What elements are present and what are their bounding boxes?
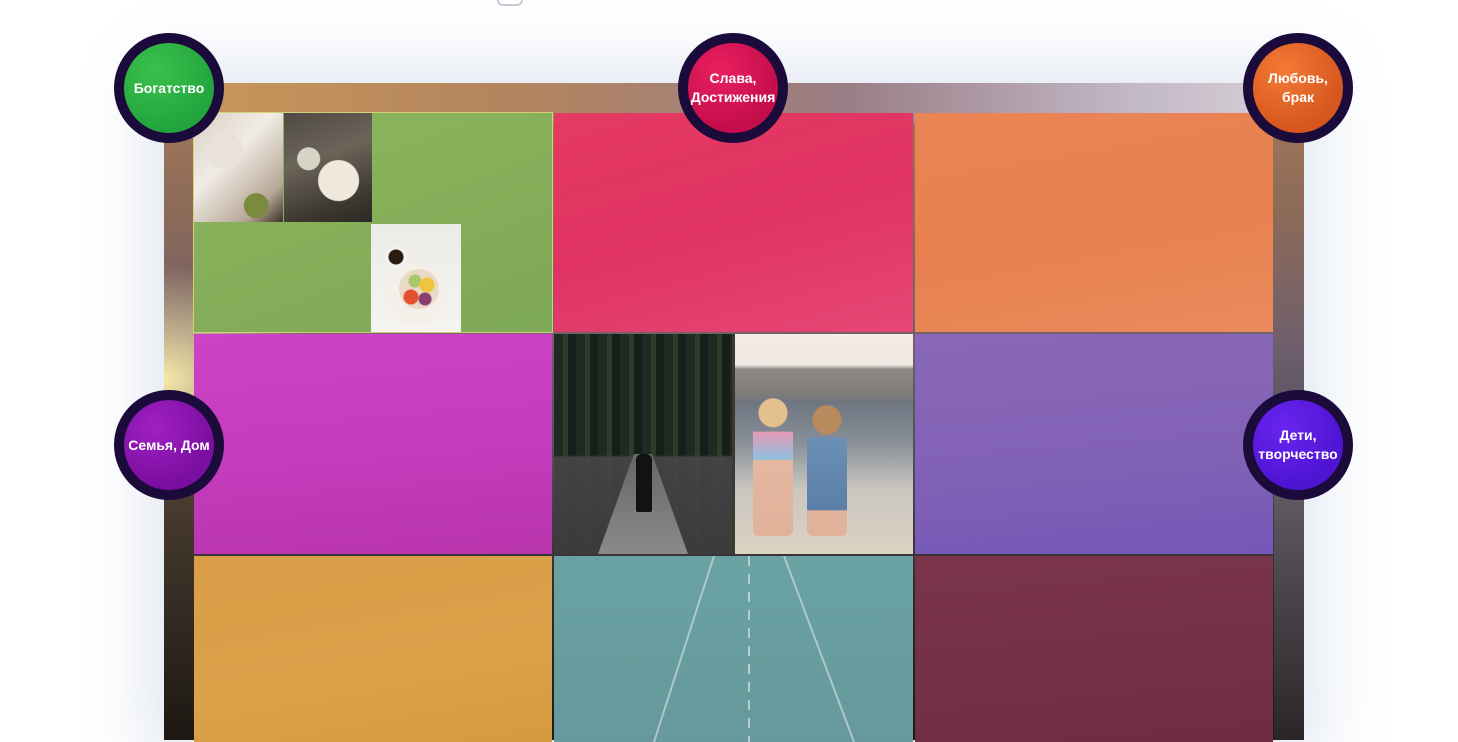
wish-board <box>164 83 1304 742</box>
sector-career[interactable] <box>554 556 913 742</box>
badge-fame-label: Слава, Достижения <box>690 70 776 105</box>
photo-kids-beach[interactable] <box>735 334 913 554</box>
road-lines-graphic <box>653 556 855 742</box>
badge-family[interactable]: Семья, Дом <box>114 390 224 500</box>
sector-family[interactable] <box>194 334 552 554</box>
badge-love-label: Любовь, брак <box>1268 70 1328 105</box>
photo-breakfast[interactable] <box>284 113 372 222</box>
board-background-road-right <box>1274 490 1304 740</box>
food-shape <box>399 269 439 309</box>
badge-children-label: Дети, творчество <box>1258 427 1338 462</box>
board-background-road-left <box>164 490 194 740</box>
sector-wealth[interactable] <box>193 112 553 333</box>
sector-knowledge[interactable] <box>194 556 552 742</box>
photo-forest-bridge[interactable] <box>554 334 732 554</box>
badge-family-label: Семья, Дом <box>128 436 210 453</box>
badge-fame[interactable]: Слава, Достижения <box>678 33 788 143</box>
photo-wine-table[interactable] <box>194 113 283 222</box>
sector-fame[interactable] <box>554 113 913 332</box>
badge-wealth[interactable]: Богатство <box>114 33 224 143</box>
cup-shape <box>385 246 407 268</box>
badge-children[interactable]: Дети, творчество <box>1243 390 1353 500</box>
bagua-grid <box>193 112 1274 742</box>
sector-health[interactable] <box>554 334 913 554</box>
walker-shape <box>636 454 652 512</box>
sector-children[interactable] <box>915 334 1273 554</box>
sector-love[interactable] <box>915 113 1273 332</box>
photo-salad-plate[interactable] <box>371 224 461 332</box>
badge-love[interactable]: Любовь, брак <box>1243 33 1353 143</box>
girl-shape <box>753 396 793 536</box>
badge-wealth-label: Богатство <box>133 79 205 96</box>
collapse-tab-icon[interactable] <box>497 0 523 6</box>
boy-shape <box>807 404 847 536</box>
sector-helpers[interactable] <box>915 556 1273 742</box>
